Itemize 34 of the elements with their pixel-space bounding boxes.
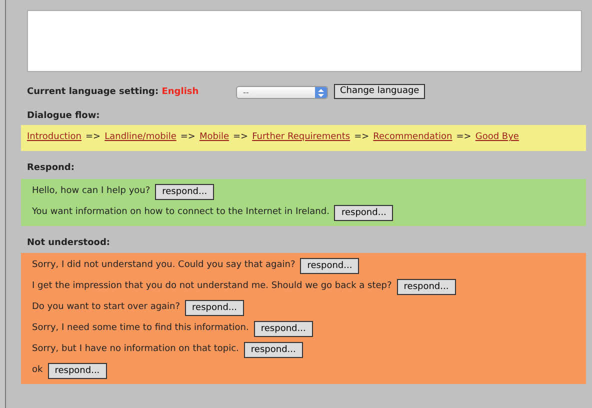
- respond-button[interactable]: respond...: [300, 258, 360, 274]
- flow-separator: =>: [232, 131, 248, 144]
- respond-button[interactable]: respond...: [254, 321, 313, 337]
- change-language-button[interactable]: Change language: [334, 84, 426, 99]
- section-label: Not understood:: [27, 236, 112, 250]
- flow-separator: =>: [456, 131, 472, 144]
- flow-link[interactable]: Good Bye: [475, 131, 519, 145]
- flow-separator: =>: [86, 131, 101, 144]
- message-text: Hello, how can I help you?: [32, 184, 150, 198]
- flow-link[interactable]: Mobile: [199, 131, 229, 145]
- respond-button[interactable]: respond...: [48, 363, 107, 379]
- flow-separator: =>: [180, 131, 196, 144]
- respond-button[interactable]: respond...: [396, 279, 456, 295]
- message-text: Sorry, I need some time to find this information.: [32, 322, 249, 336]
- respond-button[interactable]: respond...: [185, 300, 244, 316]
- message-text: Do you want to start over again?: [32, 301, 180, 314]
- flow-separator: =>: [354, 131, 370, 144]
- language-select[interactable]: --: [236, 86, 328, 99]
- language-label: Current language setting: English: [27, 86, 200, 99]
- flow-link[interactable]: Landline/mobile: [104, 131, 176, 145]
- message-text: ok: [32, 364, 43, 378]
- dropdown-arrows-icon: [315, 87, 327, 98]
- respond-button[interactable]: respond...: [244, 342, 303, 358]
- message-text: Sorry, but I have no information on that topic.: [32, 343, 239, 356]
- respond-button[interactable]: respond...: [155, 184, 214, 200]
- message-text: Sorry, I did not understand you. Could you say that again?: [32, 259, 296, 272]
- message-text: I get the impression that you do not understand me. Should we go back a step?: [32, 280, 392, 294]
- flow-link[interactable]: Recommendation: [373, 131, 452, 145]
- flow-link[interactable]: Further Requirements: [252, 131, 350, 145]
- section-label: Respond:: [27, 162, 76, 175]
- message-text: You want information on how to connect to the Internet in Ireland.: [32, 206, 330, 219]
- respond-button[interactable]: respond...: [334, 204, 394, 220]
- dialogue-flow-label: Dialogue flow:: [27, 110, 101, 122]
- flow-link[interactable]: Introduction: [27, 131, 82, 145]
